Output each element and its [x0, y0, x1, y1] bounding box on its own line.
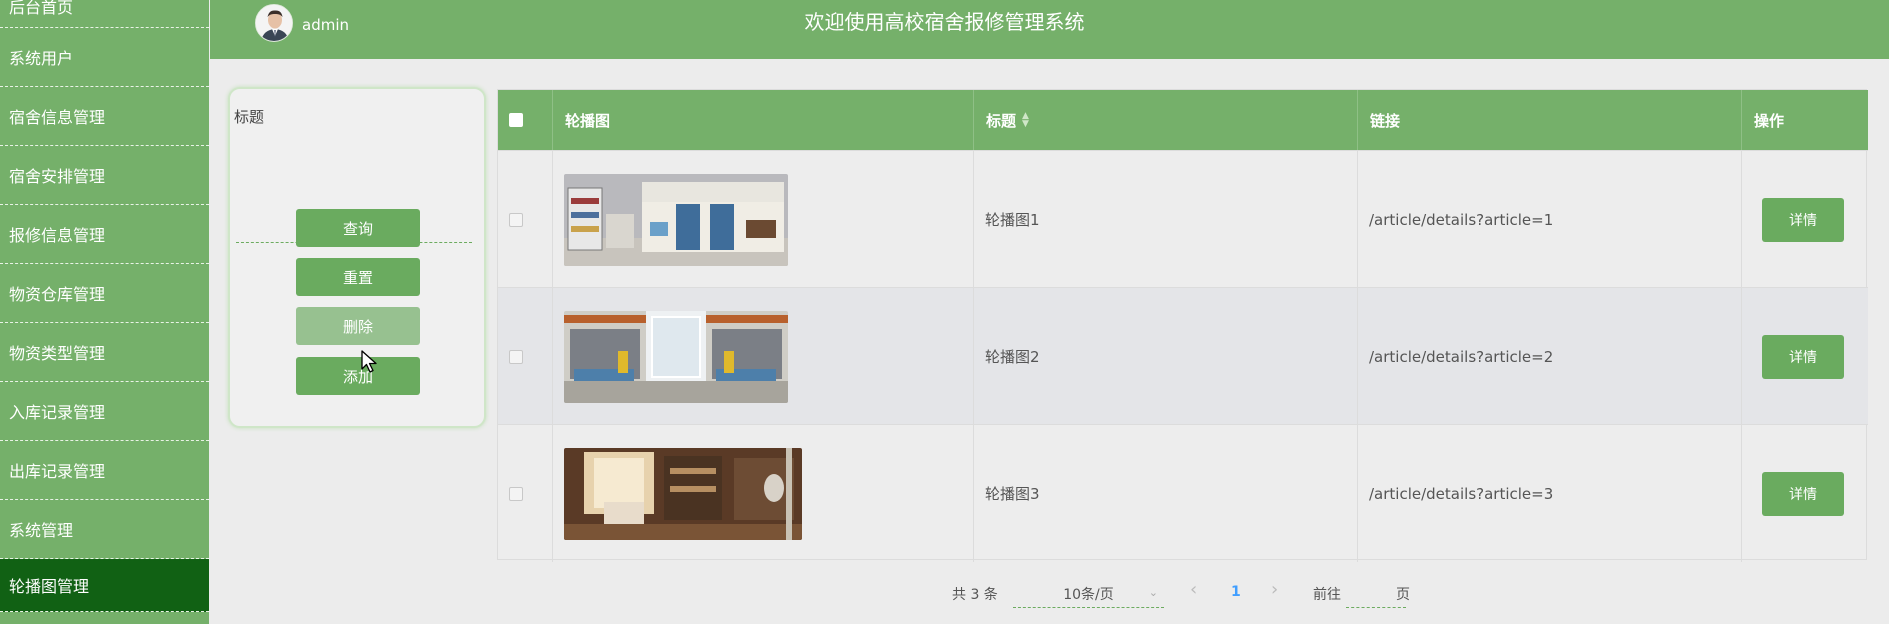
column-header-action: 操作: [1742, 90, 1868, 150]
title-field-label: 标题: [234, 108, 265, 126]
page-size-select[interactable]: 10条/页 ⌄: [1013, 580, 1164, 608]
row-select-cell: [498, 151, 553, 288]
table-row: 轮播图1 /article/details?article=1 详情: [498, 150, 1868, 288]
query-button[interactable]: 查询: [296, 209, 420, 247]
pagination: 共 3 条 10条/页 ⌄ ‹ 1 › 前往 页: [0, 579, 1889, 610]
current-page-number[interactable]: 1: [1231, 584, 1241, 600]
sidebar-item-inbound-records[interactable]: 入库记录管理: [0, 382, 209, 441]
sidebar-item-repair-info[interactable]: 报修信息管理: [0, 205, 209, 264]
column-header-title-label: 标题: [986, 111, 1017, 130]
row-image-cell: [553, 288, 974, 425]
row-title-cell: 轮播图3: [974, 425, 1358, 562]
column-header-link-label: 链接: [1370, 111, 1401, 130]
column-header-action-label: 操作: [1754, 111, 1785, 130]
row-action-cell: 详情: [1742, 425, 1868, 562]
mouse-cursor-icon: [361, 350, 377, 373]
row-title-cell: 轮播图1: [974, 151, 1358, 288]
carousel-table: 轮播图 标题 ▲ ▼ 链接 操作 轮播图1 /article/details?a…: [497, 89, 1868, 562]
prev-page-icon[interactable]: ‹: [1190, 579, 1197, 600]
row-link-cell: /article/details?article=1: [1358, 151, 1742, 288]
chevron-down-icon: ⌄: [1148, 586, 1158, 599]
column-header-link: 链接: [1358, 90, 1742, 150]
row-link: /article/details?article=3: [1369, 484, 1554, 503]
carousel-thumbnail[interactable]: [564, 310, 788, 403]
row-link: /article/details?article=2: [1369, 347, 1554, 366]
next-page-icon[interactable]: ›: [1271, 579, 1278, 600]
add-button[interactable]: 添加: [296, 357, 420, 395]
sidebar-item-material-types[interactable]: 物资类型管理: [0, 323, 209, 382]
reset-button[interactable]: 重置: [296, 258, 420, 296]
search-panel: 标题 查询 重置 删除 添加: [228, 87, 486, 428]
row-checkbox[interactable]: [509, 486, 523, 501]
sidebar-item-home[interactable]: 后台首页: [0, 0, 209, 28]
row-image-cell: [553, 151, 974, 288]
delete-button[interactable]: 删除: [296, 307, 420, 345]
row-action-cell: 详情: [1742, 151, 1868, 288]
column-header-title[interactable]: 标题 ▲ ▼: [974, 90, 1358, 150]
pagination-total: 共 3 条: [952, 587, 998, 603]
row-checkbox[interactable]: [509, 349, 523, 364]
detail-button[interactable]: 详情: [1762, 197, 1844, 242]
row-title: 轮播图3: [985, 485, 1040, 503]
sidebar-item-system-users[interactable]: 系统用户: [0, 28, 209, 87]
detail-button[interactable]: 详情: [1762, 334, 1844, 379]
sidebar-item-outbound-records[interactable]: 出库记录管理: [0, 441, 209, 500]
carousel-thumbnail[interactable]: [564, 173, 788, 266]
row-title-cell: 轮播图2: [974, 288, 1358, 425]
detail-button[interactable]: 详情: [1762, 471, 1844, 516]
sidebar-item-dorm-arrangement[interactable]: 宿舍安排管理: [0, 146, 209, 205]
table-row: 轮播图2 /article/details?article=2 详情: [498, 287, 1868, 425]
row-link-cell: /article/details?article=2: [1358, 288, 1742, 425]
goto-prefix: 前往: [1313, 587, 1341, 603]
sidebar: 后台首页 系统用户 宿舍信息管理 宿舍安排管理 报修信息管理 物资仓库管理 物资…: [0, 0, 209, 624]
goto-suffix: 页: [1396, 587, 1410, 603]
table-row: 轮播图3 /article/details?article=3 详情: [498, 424, 1868, 562]
select-all-checkbox[interactable]: [509, 113, 523, 127]
carousel-thumbnail[interactable]: [564, 447, 802, 540]
sidebar-item-system-management[interactable]: 系统管理: [0, 500, 209, 559]
row-image-cell: [553, 425, 974, 562]
row-action-cell: 详情: [1742, 288, 1868, 425]
sort-icon[interactable]: ▲ ▼: [1022, 112, 1029, 129]
table-header: 轮播图 标题 ▲ ▼ 链接 操作: [498, 90, 1868, 150]
sidebar-item-dorm-info[interactable]: 宿舍信息管理: [0, 87, 209, 146]
top-header: admin 欢迎使用高校宿舍报修管理系统: [210, 0, 1889, 59]
column-header-image-label: 轮播图: [565, 111, 611, 130]
row-select-cell: [498, 425, 553, 562]
site-title: 欢迎使用高校宿舍报修管理系统: [804, 10, 1085, 34]
sidebar-item-warehouse[interactable]: 物资仓库管理: [0, 264, 209, 323]
select-all-cell: [498, 90, 553, 150]
row-checkbox[interactable]: [509, 212, 523, 227]
row-link: /article/details?article=1: [1369, 210, 1554, 229]
row-link-cell: /article/details?article=3: [1358, 425, 1742, 562]
row-title: 轮播图1: [985, 211, 1040, 229]
row-select-cell: [498, 288, 553, 425]
page-size-value: 10条/页: [1063, 587, 1114, 603]
column-header-image: 轮播图: [553, 90, 974, 150]
row-title: 轮播图2: [985, 348, 1040, 366]
